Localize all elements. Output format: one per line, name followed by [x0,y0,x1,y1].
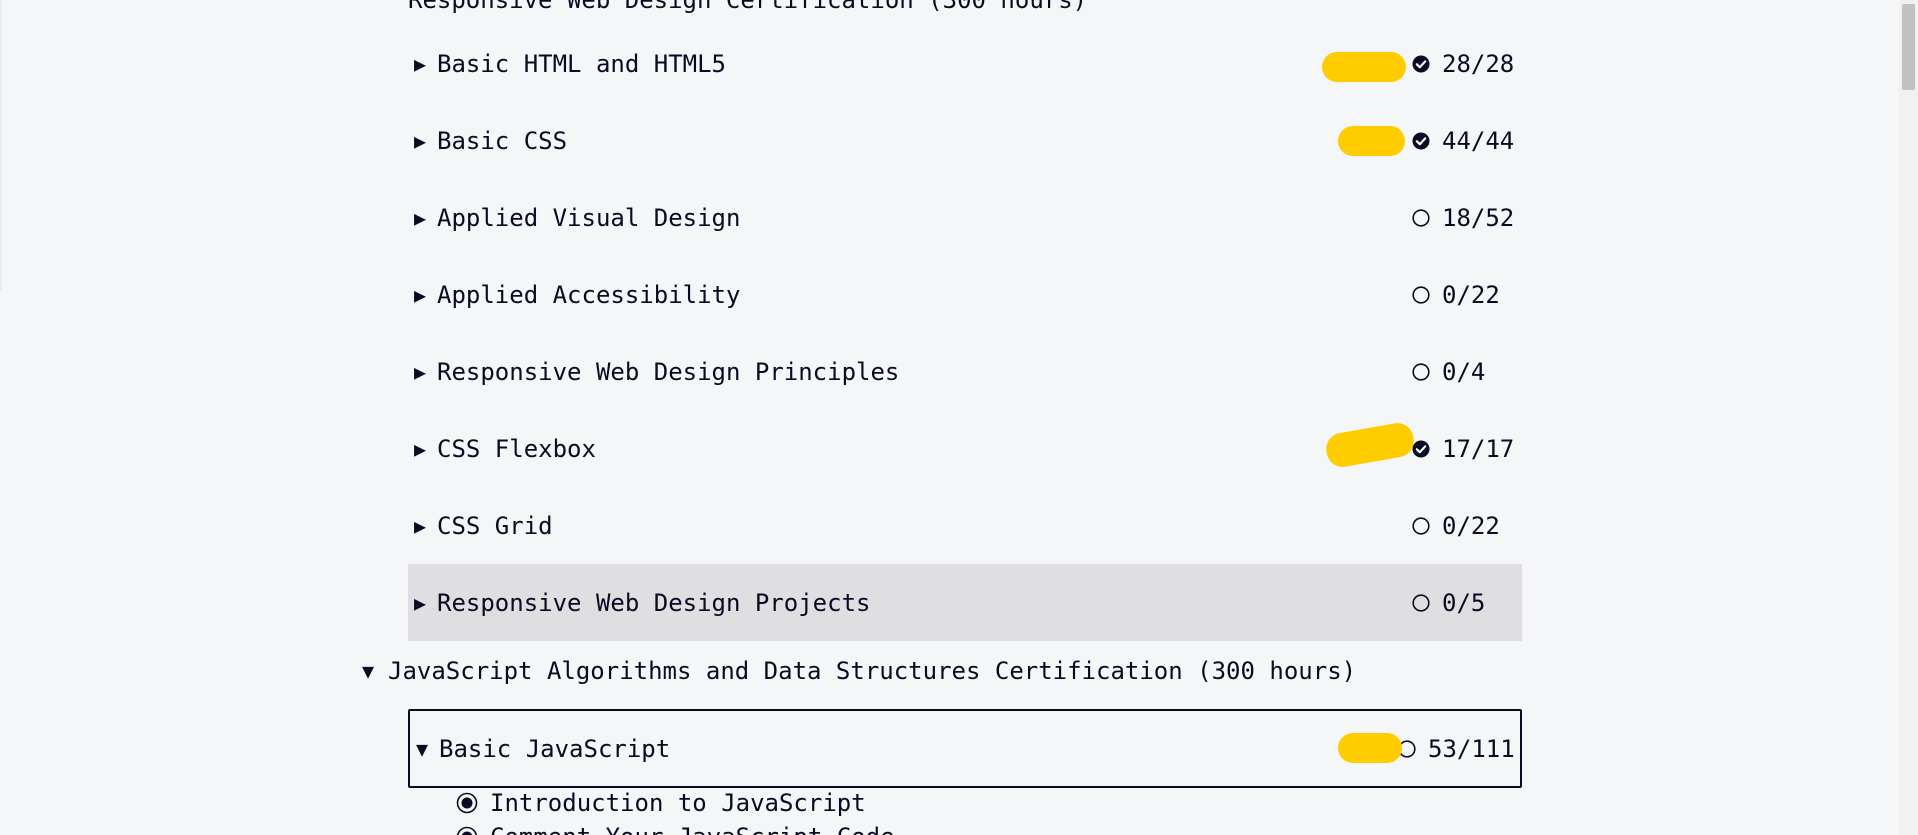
caret-right-icon: ▶ [414,205,427,230]
empty-circle-icon [1412,593,1430,612]
certification-heading-javascript[interactable]: ▼ JavaScript Algorithms and Data Structu… [362,657,1356,685]
block-title: CSS Grid [437,511,553,540]
block-title: Responsive Web Design Principles [437,357,900,386]
empty-circle-icon [1412,208,1430,227]
caret-right-icon: ▶ [414,436,427,461]
check-circle-icon [1412,440,1430,458]
block-row-responsive-projects[interactable]: ▶ Responsive Web Design Projects 0/5 [408,564,1522,641]
highlighter-mark [1338,126,1405,156]
caret-right-icon: ▶ [414,282,427,307]
caret-right-icon: ▶ [414,128,427,153]
caret-right-icon: ▶ [414,51,427,76]
challenge-item[interactable]: Introduction to JavaScript [456,789,866,817]
certification-title: JavaScript Algorithms and Data Structure… [388,657,1357,685]
curriculum-page: Responsive Web Design Certification (300… [0,0,1918,835]
challenge-title: Introduction to JavaScript [490,789,866,817]
block-progress-count: 0/5 [1442,588,1486,617]
block-progress-count: 44/44 [1442,126,1515,155]
caret-right-icon: ▶ [414,590,427,615]
block-progress-count: 53/111 [1428,734,1515,763]
block-title: Responsive Web Design Projects [437,588,871,617]
block-title: CSS Flexbox [437,434,596,463]
block-row-applied-visual-design[interactable]: ▶ Applied Visual Design 18/52 [408,179,1522,256]
empty-circle-icon [1412,362,1430,381]
check-circle-icon [1412,55,1430,73]
caret-right-icon: ▶ [414,513,427,538]
block-row-responsive-principles[interactable]: ▶ Responsive Web Design Principles 0/4 [408,333,1522,410]
caret-right-icon: ▶ [414,359,427,384]
empty-circle-icon [1412,516,1430,535]
block-progress-count: 18/52 [1442,203,1515,232]
left-edge-shade [0,0,2,290]
vertical-scrollbar[interactable] [1899,0,1918,835]
caret-down-icon: ▼ [416,736,429,761]
block-title: Basic HTML and HTML5 [437,49,726,78]
challenge-item[interactable]: Comment Your JavaScript Code [456,823,895,835]
block-title: Applied Visual Design [437,203,741,232]
block-row-applied-accessibility[interactable]: ▶ Applied Accessibility 0/22 [408,256,1522,333]
block-title: Basic CSS [437,126,568,155]
block-progress-count: 0/4 [1442,357,1486,386]
challenge-title: Comment Your JavaScript Code [490,823,895,835]
caret-down-icon: ▼ [362,659,375,683]
block-progress-count: 17/17 [1442,434,1515,463]
block-progress-count: 0/22 [1442,280,1500,309]
block-progress-count: 28/28 [1442,49,1515,78]
completed-radio-icon [456,826,478,835]
partial-certification-heading[interactable]: Responsive Web Design Certification (300… [408,0,1087,14]
highlighter-mark [1338,733,1402,763]
check-circle-icon [1412,132,1430,150]
empty-circle-icon [1412,285,1430,304]
completed-radio-icon [456,792,478,814]
block-row-css-grid[interactable]: ▶ CSS Grid 0/22 [408,487,1522,564]
block-title: Applied Accessibility [437,280,741,309]
block-title: Basic JavaScript [439,734,671,763]
highlighter-mark [1322,52,1406,82]
scrollbar-thumb[interactable] [1902,4,1915,90]
block-progress-count: 0/22 [1442,511,1500,540]
